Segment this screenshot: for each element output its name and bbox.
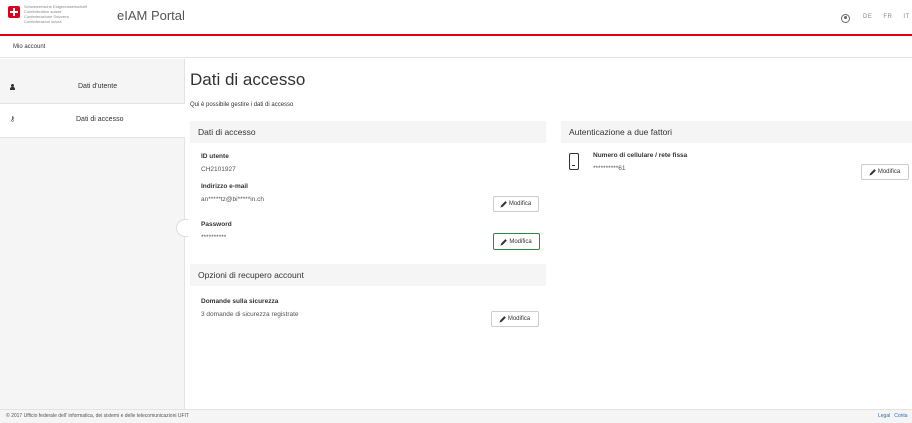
- modify-email-button[interactable]: Modifica: [493, 196, 539, 212]
- lang-it[interactable]: IT: [903, 14, 909, 20]
- user-id-value: CH2101927: [201, 166, 236, 173]
- language-switcher: DE FR IT EN: [863, 14, 912, 20]
- security-questions-value: 3 domande di sicurezza registrate: [201, 311, 299, 318]
- panel-heading: Opzioni di recupero account: [198, 270, 304, 280]
- phone-label: Numero di cellulare / rete fissa: [593, 152, 688, 159]
- sidebar-item-label: Dati d'utente: [78, 83, 118, 90]
- modify-password-button[interactable]: Modifica: [493, 233, 540, 250]
- phone-value: **********61: [593, 165, 626, 172]
- access-panel-header: Dati di accesso: [190, 121, 546, 143]
- top-header: Schweizerische Eidgenossenschaft Confédé…: [0, 0, 912, 36]
- swiss-flag-logo-icon: [8, 6, 20, 18]
- security-questions-label: Domande sulla sicurezza: [201, 298, 279, 305]
- lang-de[interactable]: DE: [863, 14, 872, 20]
- sidebar-collapse-handle[interactable]: [176, 219, 188, 237]
- button-label: Modifica: [877, 169, 901, 175]
- breadcrumb-bar: Mio account: [0, 38, 912, 58]
- footer: © 2017 Ufficio federale dell' informatic…: [0, 409, 912, 423]
- footer-link-contact[interactable]: Conta: [894, 413, 907, 419]
- pencil-icon: [501, 238, 508, 245]
- confed-line: Confederaziun svizra: [24, 19, 62, 24]
- panel-heading: Autenticazione a due fattori: [569, 127, 673, 137]
- password-value: **********: [201, 234, 227, 241]
- button-label: Modifica: [507, 316, 531, 322]
- pencil-icon: [869, 169, 876, 175]
- page-title: Dati di accesso: [190, 70, 306, 89]
- confederation-text: Schweizerische Eidgenossenschaft Confédé…: [24, 4, 87, 24]
- footer-copyright: © 2017 Ufficio federale dell' informatic…: [6, 413, 189, 419]
- sidebar-item-label: Dati di accesso: [76, 116, 124, 123]
- email-value: an*****tz@bi*****in.ch: [201, 196, 264, 203]
- sidebar: Dati d'utente ⚷ Dati di accesso: [0, 59, 185, 409]
- user-id-label: ID utente: [201, 153, 229, 160]
- sidebar-item-user-data[interactable]: Dati d'utente: [0, 71, 185, 104]
- button-label: Modifica: [509, 238, 532, 245]
- footer-link-legal[interactable]: Legal: [878, 413, 890, 419]
- sidebar-item-access-data[interactable]: ⚷ Dati di accesso: [0, 104, 185, 138]
- portal-title[interactable]: eIAM Portal: [117, 8, 185, 23]
- key-icon: ⚷: [10, 115, 16, 123]
- panel-heading: Dati di accesso: [198, 127, 256, 137]
- button-label: Modifica: [508, 201, 532, 207]
- mobile-phone-icon: [569, 153, 579, 170]
- modify-security-questions-button[interactable]: Modifica: [491, 311, 539, 327]
- user-circle-icon[interactable]: [841, 14, 850, 23]
- breadcrumb-my-account[interactable]: Mio account: [13, 44, 45, 50]
- password-label: Password: [201, 221, 232, 228]
- footer-links: Legal Conta: [878, 413, 908, 419]
- modify-phone-button[interactable]: Modifica: [861, 164, 909, 180]
- recovery-panel-header: Opzioni di recupero account: [190, 264, 546, 286]
- pencil-icon: [499, 316, 506, 322]
- pencil-icon: [500, 201, 507, 207]
- twofa-panel-header: Autenticazione a due fattori: [561, 121, 912, 143]
- lang-fr[interactable]: FR: [883, 14, 892, 20]
- person-icon: [10, 84, 16, 90]
- page-subtitle: Qui è possibile gestire i dati di access…: [190, 102, 294, 108]
- email-label: Indirizzo e-mail: [201, 183, 248, 190]
